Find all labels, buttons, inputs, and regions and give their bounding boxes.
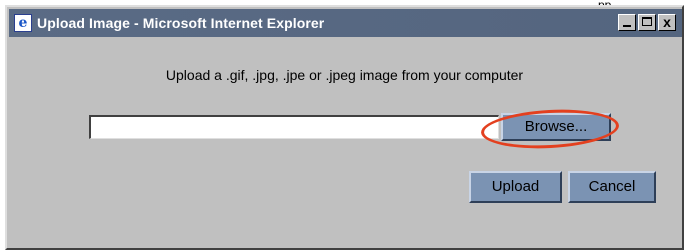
cancel-button[interactable]: Cancel <box>568 171 656 203</box>
browse-button[interactable]: Browse... <box>501 113 611 141</box>
ie-icon: e <box>14 14 32 32</box>
file-path-input[interactable] <box>89 115 499 139</box>
minimize-icon[interactable] <box>618 14 636 31</box>
upload-instruction: Upload a .gif, .jpg, .jpe or .jpeg image… <box>165 67 524 83</box>
title-bar[interactable]: e Upload Image - Microsoft Internet Expl… <box>9 9 682 37</box>
window-controls: x <box>618 14 676 31</box>
close-icon[interactable]: x <box>658 14 676 31</box>
maximize-icon[interactable] <box>638 14 656 31</box>
upload-button[interactable]: Upload <box>469 171 562 203</box>
window-title: Upload Image - Microsoft Internet Explor… <box>37 15 325 31</box>
upload-dialog-window: e Upload Image - Microsoft Internet Expl… <box>5 5 684 250</box>
